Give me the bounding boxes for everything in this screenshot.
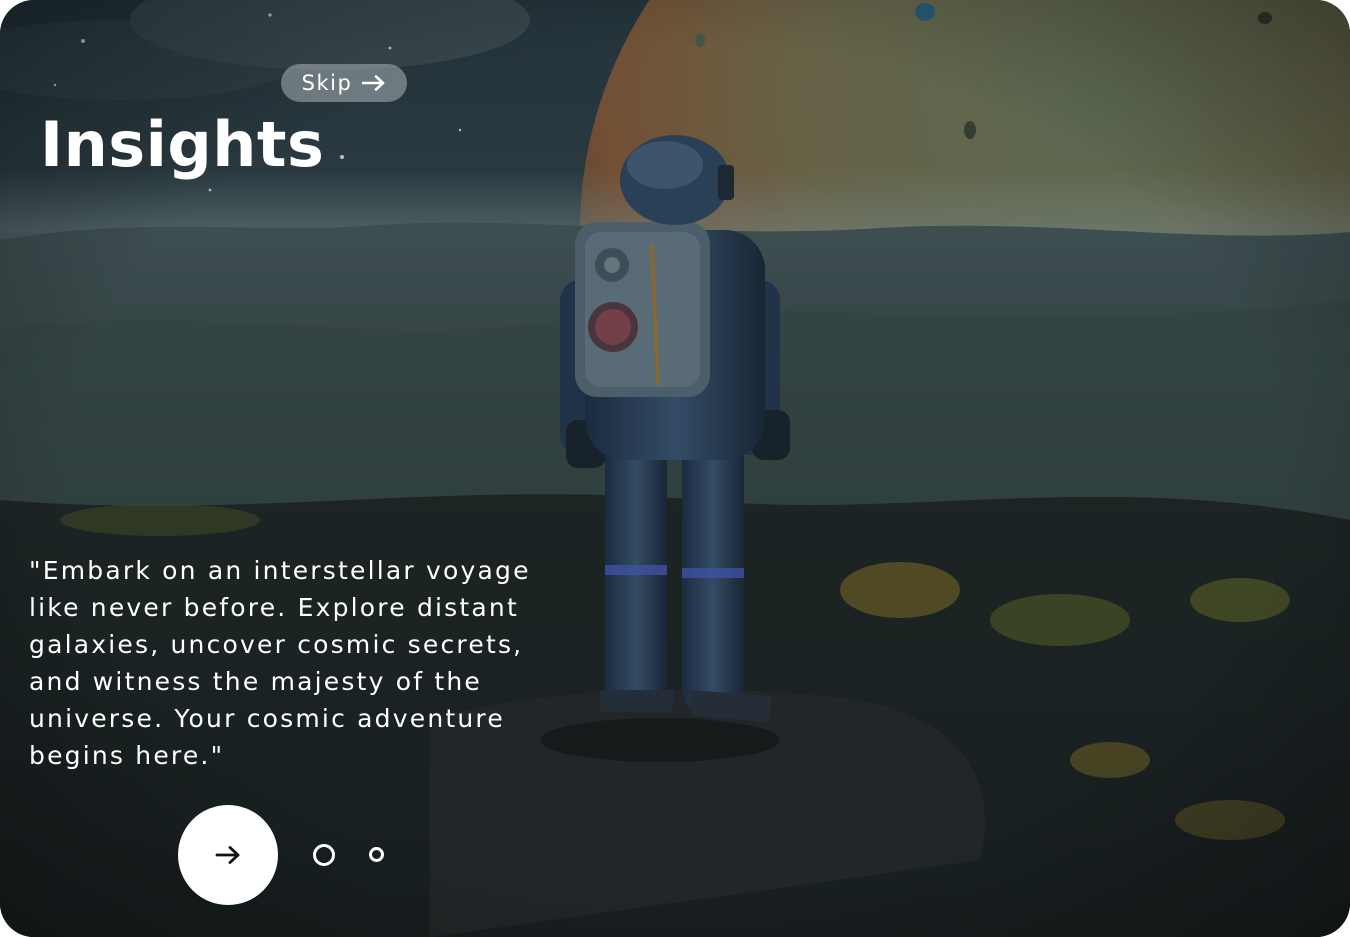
onboarding-card: Skip Insights "Embark on an interstellar…	[0, 0, 1350, 937]
skip-button[interactable]: Skip	[281, 64, 407, 102]
next-button[interactable]	[178, 805, 278, 905]
page-title: Insights	[40, 108, 325, 181]
pagination-dot[interactable]	[369, 847, 384, 862]
arrow-right-icon	[215, 845, 241, 865]
intro-quote: "Embark on an interstellar voyage like n…	[29, 556, 531, 770]
pagination-dot-active[interactable]	[313, 844, 335, 866]
skip-label: Skip	[301, 71, 353, 95]
arrow-right-icon	[362, 75, 386, 91]
